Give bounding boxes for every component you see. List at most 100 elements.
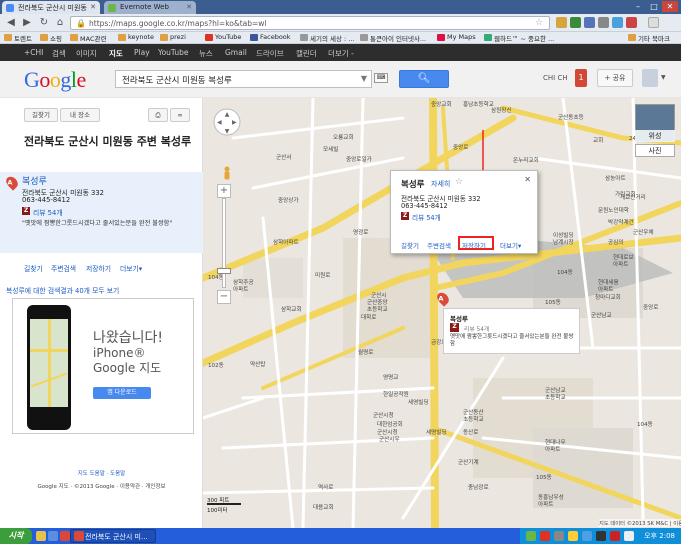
- search-input[interactable]: 전라북도 군산시 미원동 복성루 ▼: [115, 70, 372, 88]
- back-icon[interactable]: ◀: [4, 16, 18, 30]
- print-icon[interactable]: ⎙: [148, 108, 168, 122]
- gbar-item-gmail[interactable]: Gmail: [225, 48, 247, 57]
- gbar-item-drive[interactable]: 드라이브: [256, 48, 284, 59]
- avatar[interactable]: ▼: [642, 69, 666, 87]
- gbar-item-play[interactable]: Play: [134, 48, 150, 57]
- chevron-down-icon[interactable]: ▼: [361, 74, 367, 83]
- tray-icon[interactable]: [540, 531, 550, 541]
- extension-icon[interactable]: [612, 17, 623, 28]
- gbar-item-calendar[interactable]: 캘린더: [296, 48, 317, 59]
- extension-icon[interactable]: [598, 17, 609, 28]
- gbar-item-more[interactable]: 더보기 -: [328, 48, 354, 59]
- quicklaunch-icon[interactable]: [48, 531, 58, 541]
- gbar-item-search[interactable]: 검색: [52, 48, 66, 59]
- settings-menu-icon[interactable]: [648, 17, 659, 28]
- chrome-quicklaunch-icon[interactable]: [60, 531, 70, 541]
- pan-control[interactable]: ▲ ▼ ◀ ▶: [213, 108, 241, 138]
- forward-icon[interactable]: ▶: [20, 16, 34, 30]
- more-link[interactable]: 더보기▾: [500, 240, 521, 250]
- satellite-label[interactable]: 위성: [635, 130, 675, 142]
- bookmark-item[interactable]: 토렌트: [4, 33, 32, 43]
- start-button[interactable]: 시작: [0, 528, 32, 544]
- more-link[interactable]: 더보기▾: [120, 263, 142, 273]
- gbar-item-youtube[interactable]: YouTube: [158, 48, 189, 57]
- map-canvas[interactable]: 중앙교회 흥남초등학교 군산동초등 온누리교회 삼원장신 중앙로 오룡교회 모세빌 중앙로일가 군…: [203, 98, 681, 528]
- zoom-in-button[interactable]: +: [217, 184, 231, 198]
- gbar-item-maps[interactable]: 지도: [109, 48, 123, 59]
- directions-link[interactable]: 길찾기: [401, 240, 419, 250]
- tray-icon[interactable]: [554, 531, 564, 541]
- help-links[interactable]: 지도 도움말 · 도움말: [0, 469, 203, 477]
- extension-icon[interactable]: [556, 17, 567, 28]
- bookmark-item[interactable]: YouTube: [205, 33, 241, 41]
- iphone-app-ad[interactable]: 나왔습니다! iPhone® Google 지도 앱 다운로드: [12, 298, 194, 434]
- reviews-link[interactable]: 리뷰 54개: [33, 207, 63, 217]
- save-link[interactable]: 저장하기: [86, 263, 111, 273]
- google-logo[interactable]: Google: [24, 67, 86, 93]
- gbar-item-plus[interactable]: +CHI: [24, 48, 43, 57]
- reload-icon[interactable]: ↻: [37, 16, 51, 30]
- close-tab-icon[interactable]: ✕: [90, 3, 96, 11]
- keyboard-icon[interactable]: ⌨: [374, 73, 388, 83]
- bookmark-item[interactable]: 기타 북마크: [628, 33, 670, 43]
- extension-icon[interactable]: [584, 17, 595, 28]
- directions-button[interactable]: 길찾기: [24, 108, 58, 122]
- marker-preview-card[interactable]: 복성루 Z 리뷰 54개 옛맛에 짬뽕한그릇드시겠다고 줄서있는분들 완전 불쌍…: [443, 308, 580, 354]
- bookmark-item[interactable]: 통큰아이 인터넷사...: [360, 33, 426, 43]
- zoom-slider-handle[interactable]: [217, 268, 231, 274]
- close-icon[interactable]: ✕: [524, 175, 531, 184]
- search-nearby-link[interactable]: 주변검색: [51, 263, 76, 273]
- bookmark-item[interactable]: 쇼핑: [40, 33, 62, 43]
- volume-icon[interactable]: [624, 531, 634, 541]
- star-icon[interactable]: ☆: [455, 177, 463, 187]
- pegman-icon[interactable]: [223, 166, 231, 182]
- account-name[interactable]: CHI CH: [543, 74, 568, 82]
- details-link[interactable]: 자세히: [431, 179, 450, 189]
- my-places-button[interactable]: 내 장소: [60, 108, 100, 122]
- zoom-slider-track[interactable]: [222, 198, 226, 288]
- directions-link[interactable]: 길찾기: [24, 263, 43, 273]
- bookmark-item[interactable]: My Maps: [437, 33, 476, 41]
- preview-reviews[interactable]: 리뷰 54개: [464, 324, 489, 333]
- extension-icon[interactable]: [626, 17, 637, 28]
- tab-maps[interactable]: 전라북도 군산시 미원동 ✕: [2, 1, 100, 14]
- evernote-extension-icon[interactable]: [570, 17, 581, 28]
- tray-icon[interactable]: [582, 531, 592, 541]
- map-copyright[interactable]: 지도 데이터 ©2013 SK M&C | 이용약관: [599, 519, 681, 527]
- taskbar-window-button[interactable]: 전라북도 군산시 미...: [70, 529, 156, 543]
- bookmark-item[interactable]: 세기의 세상 : ...: [300, 33, 355, 43]
- address-bar[interactable]: 🔒 https://maps.google.co.kr/maps?hl=ko&t…: [70, 16, 550, 30]
- close-window-button[interactable]: ✕: [662, 1, 678, 12]
- bookmark-item[interactable]: Facebook: [250, 33, 291, 41]
- tray-icon[interactable]: [568, 531, 578, 541]
- tab-evernote[interactable]: Evernote Web ✕: [104, 1, 196, 14]
- zoom-out-button[interactable]: −: [217, 290, 231, 304]
- bookmark-star-icon[interactable]: ☆: [532, 16, 546, 30]
- tray-icon[interactable]: [526, 531, 536, 541]
- maximize-button[interactable]: □: [646, 1, 662, 12]
- search-nearby-link[interactable]: 주변검색: [427, 240, 451, 250]
- minimize-button[interactable]: –: [630, 1, 646, 12]
- notifications-badge[interactable]: 1: [575, 69, 587, 87]
- app-download-button[interactable]: 앱 다운로드: [93, 387, 151, 399]
- bookmark-item[interactable]: MAC관련: [70, 33, 106, 43]
- share-button[interactable]: + 공유: [597, 69, 633, 87]
- bookmark-item[interactable]: prezi: [160, 33, 186, 41]
- list-item[interactable]: A 복성루 전라북도 군산시 미원동 332 063-445-8412 Z 리뷰…: [0, 172, 203, 253]
- link-icon[interactable]: ∞: [170, 108, 190, 122]
- bookmark-item[interactable]: keynote: [118, 33, 154, 41]
- bookmark-item[interactable]: 웹하드™ ~ 중요한 ...: [484, 33, 554, 43]
- tray-icon[interactable]: [596, 531, 606, 541]
- tray-icon[interactable]: [610, 531, 620, 541]
- pan-compass-icon[interactable]: ▲ ▼◀ ▶: [213, 108, 241, 136]
- result-name-link[interactable]: 복성루: [22, 174, 47, 187]
- home-icon[interactable]: ⌂: [53, 16, 67, 30]
- photos-toggle[interactable]: 사진: [635, 144, 675, 157]
- close-tab-icon[interactable]: ✕: [186, 3, 192, 11]
- gbar-item-news[interactable]: 뉴스: [199, 48, 213, 59]
- reviews-link[interactable]: 리뷰 54개: [412, 212, 441, 222]
- all-results-link[interactable]: 복성루에 대한 검색결과 40개 모두 보기: [6, 285, 119, 295]
- place-info-window[interactable]: 복성루 자세히 ☆ ✕ 전라북도 군산시 미원동 332 063-445-841…: [390, 170, 538, 254]
- gbar-item-images[interactable]: 이미지: [76, 48, 97, 59]
- search-button[interactable]: 🔍︎: [399, 70, 449, 88]
